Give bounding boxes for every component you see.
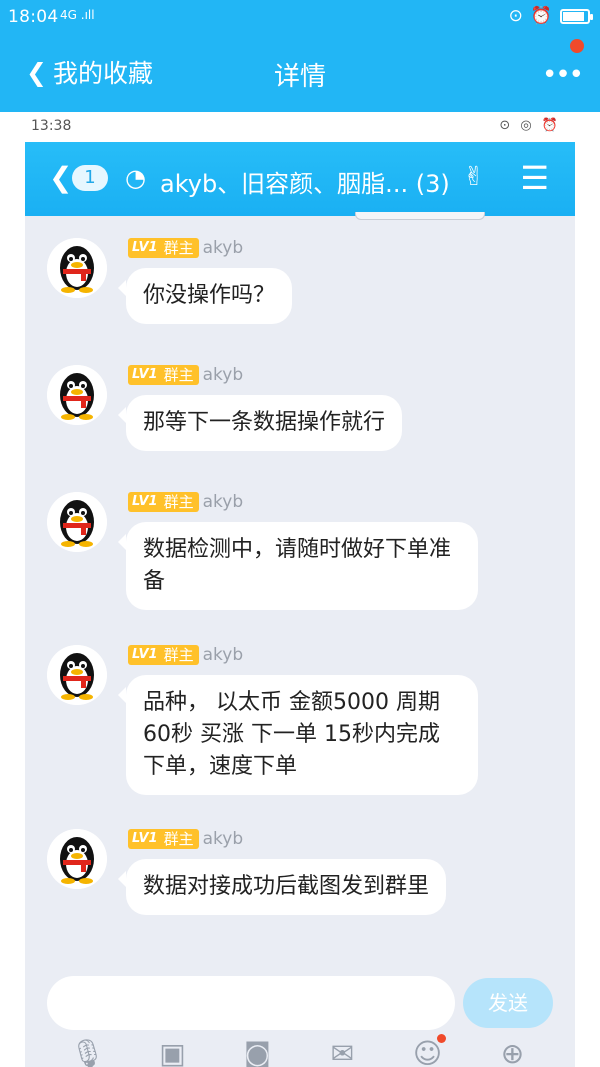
status-time: 18:04: [8, 7, 59, 27]
sender-meta: LV1 群主 akyb: [128, 238, 243, 258]
notification-dot: [570, 39, 584, 53]
chat-back-icon[interactable]: ❮: [49, 164, 72, 192]
message-input[interactable]: [47, 976, 455, 1030]
lock-icon: ⊙: [508, 6, 523, 26]
avatar[interactable]: [47, 365, 107, 425]
camera-icon[interactable]: ◙: [238, 1032, 278, 1067]
back-label: 我的收藏: [52, 59, 153, 88]
ear-icon[interactable]: ◔: [125, 164, 146, 192]
avatar[interactable]: [47, 238, 107, 298]
outer-status-bar: 18:04 4G .ıll ⊙ ⏰: [0, 0, 600, 34]
more-button[interactable]: •••: [542, 60, 584, 90]
inner-status-bar: 13:38 ⊙ ◎ ⏰: [25, 112, 575, 142]
sender-name: akyb: [202, 829, 244, 849]
sender-name: akyb: [202, 365, 244, 385]
message-bubble[interactable]: 数据检测中，请随时做好下单准备: [118, 522, 478, 610]
previous-message-edge: [355, 212, 485, 220]
inner-status-time: 13:38: [31, 118, 72, 134]
role-badge: 群主: [161, 492, 199, 512]
level-badge: LV1: [128, 365, 162, 385]
outer-header: ❮ 我的收藏 详情 •••: [0, 34, 600, 112]
sender-name: akyb: [202, 238, 244, 258]
emoji-icon[interactable]: ☺: [408, 1032, 448, 1067]
chevron-left-icon: ❮: [26, 57, 47, 87]
microphone-icon[interactable]: 🎙: [68, 1032, 108, 1067]
hand-icon[interactable]: ✌: [463, 162, 485, 192]
image-icon[interactable]: ▣: [153, 1032, 193, 1067]
role-badge: 群主: [161, 829, 199, 849]
inner-status-icons: ⊙ ◎ ⏰: [499, 118, 561, 133]
role-badge: 群主: [161, 238, 199, 258]
level-badge: LV1: [128, 829, 162, 849]
avatar[interactable]: [47, 645, 107, 705]
message-bubble[interactable]: 那等下一条数据操作就行: [117, 395, 403, 451]
avatar[interactable]: [47, 492, 107, 552]
chat-header: ❮ 1 ◔ akyb、旧容颜、胭脂... (3) ✌ ☰: [25, 142, 575, 216]
sender-meta: LV1 群主 akyb: [128, 645, 243, 665]
send-button[interactable]: 发送: [463, 978, 553, 1028]
message-bubble[interactable]: 品种， 以太币 金额5000 周期60秒 买涨 下一单 15秒内完成下单，速度下…: [118, 675, 478, 795]
level-badge: LV1: [128, 645, 162, 665]
sender-meta: LV1 群主 akyb: [128, 829, 243, 849]
level-badge: LV1: [128, 492, 162, 512]
back-button[interactable]: ❮ 我的收藏: [26, 54, 153, 90]
plus-icon[interactable]: ⊕: [493, 1032, 533, 1067]
screenshot-content: 13:38 ⊙ ◎ ⏰ ❮ 1 ◔ akyb、旧容颜、胭脂... (3) ✌ ☰…: [25, 112, 575, 1067]
message-bubble[interactable]: 你没操作吗？: [117, 268, 293, 324]
role-badge: 群主: [161, 365, 199, 385]
unread-badge[interactable]: 1: [72, 165, 108, 191]
member-count: (3): [415, 170, 450, 198]
avatar[interactable]: [47, 829, 107, 889]
emoji-dot: [436, 1034, 446, 1043]
level-badge: LV1: [128, 238, 162, 258]
sender-meta: LV1 群主 akyb: [128, 365, 243, 385]
alarm-icon: ⏰: [530, 6, 552, 26]
battery-icon: [560, 8, 593, 24]
sender-name: akyb: [202, 645, 244, 665]
input-toolbar: 🎙 ▣ ◙ ✉ ☺ ⊕: [25, 1032, 575, 1067]
message-bubble[interactable]: 数据对接成功后截图发到群里: [117, 859, 447, 915]
role-badge: 群主: [161, 645, 199, 665]
input-bar: 发送: [25, 972, 575, 1032]
menu-icon[interactable]: ☰: [520, 159, 549, 197]
group-title: akyb、旧容颜、胭脂... (3): [160, 170, 450, 198]
sender-name: akyb: [202, 492, 244, 512]
red-packet-icon[interactable]: ✉: [323, 1032, 363, 1067]
sender-meta: LV1 群主 akyb: [128, 492, 243, 512]
signal-icon: 4G .ıll: [60, 8, 95, 22]
